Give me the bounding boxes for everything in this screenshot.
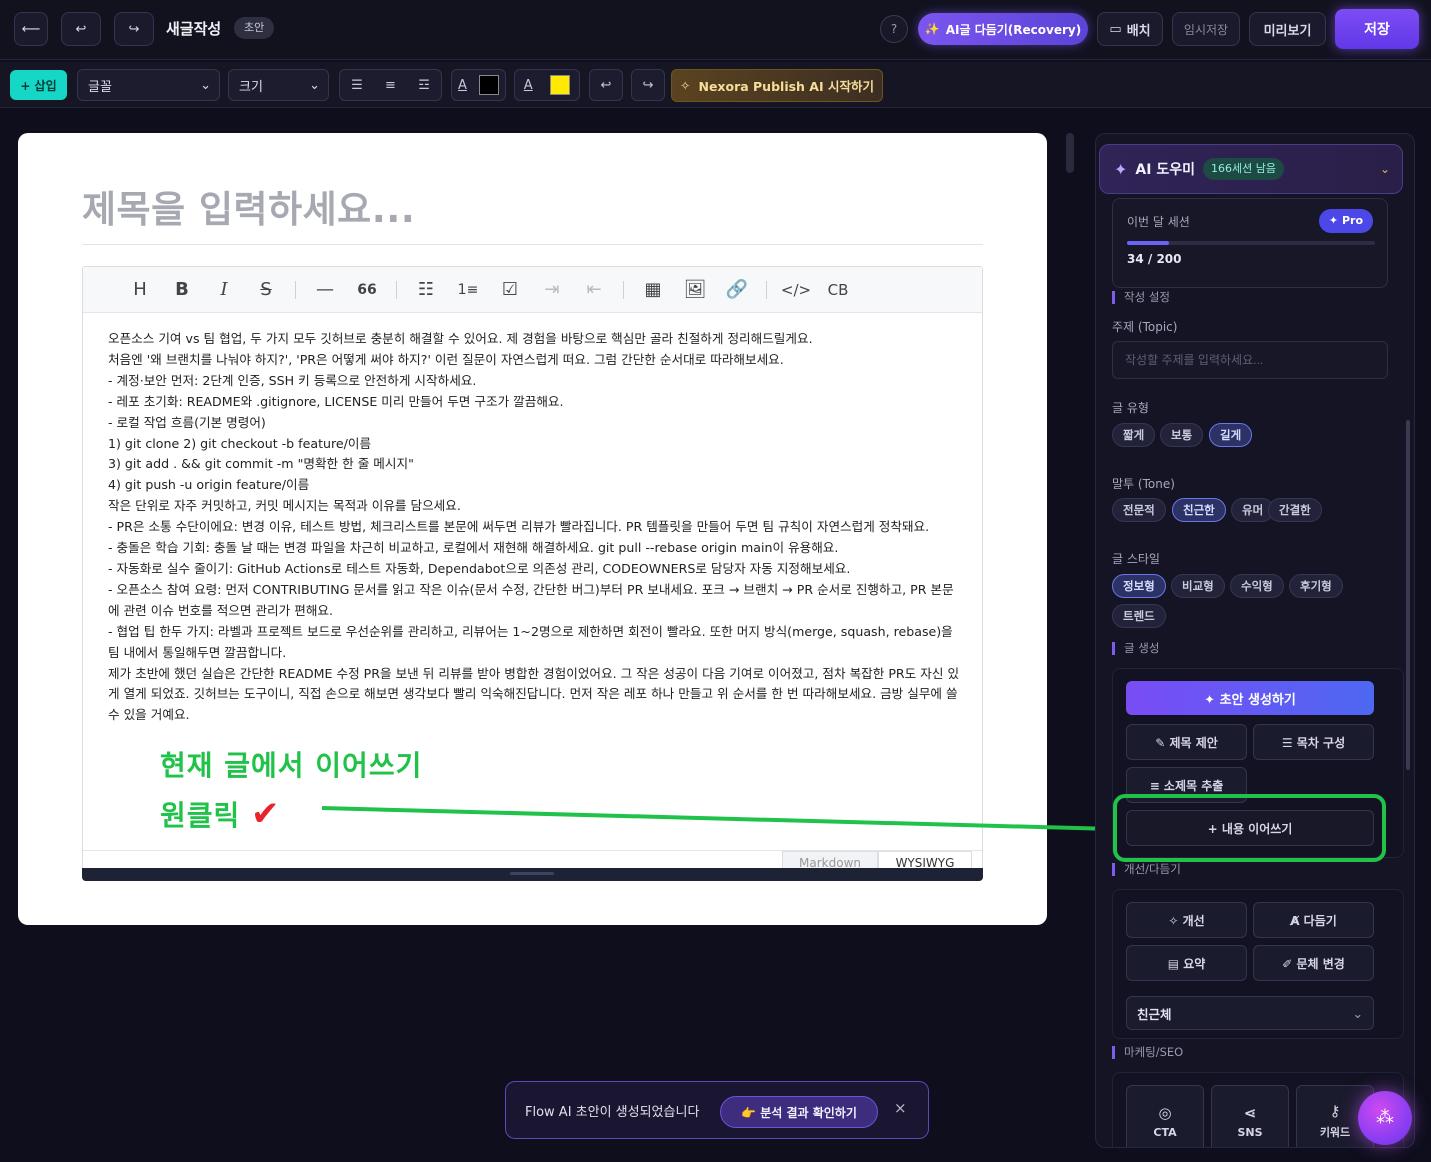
keyword-label: 키워드 (1319, 1126, 1351, 1139)
sns-button[interactable]: ⋖ SNS (1211, 1085, 1289, 1147)
toc-label: 목차 구성 (1296, 735, 1346, 750)
cta-button[interactable]: ◎ CTA (1126, 1085, 1204, 1147)
share-icon: ⋖ (1243, 1103, 1257, 1122)
text-edit-icon: A̸ (1290, 913, 1304, 928)
key-icon: ⚷ (1329, 1102, 1341, 1120)
pro-badge[interactable]: ✦ Pro (1318, 209, 1373, 233)
subheading-label: 소제목 추출 (1163, 778, 1224, 793)
panel-header[interactable]: ✦ AI 도우미 166세션 남음 ⌄ (1099, 144, 1403, 194)
chip-style-trend[interactable]: 트렌드 (1112, 604, 1166, 628)
panel-scrollbar[interactable] (1406, 420, 1410, 770)
chip-type-long[interactable]: 길게 (1209, 423, 1253, 447)
chip-type-short[interactable]: 짧게 (1112, 423, 1156, 447)
sparkle-icon: ⁂ (1376, 1107, 1394, 1128)
chevron-down-icon: ⌄ (1352, 1005, 1363, 1021)
annotation-connector-line (321, 806, 1114, 831)
usage-count: 34 / 200 (1127, 252, 1182, 266)
panel-title: AI 도우미 (1135, 162, 1195, 178)
polish-button[interactable]: A̸ 다듬기 (1253, 902, 1374, 938)
usage-progress-fill (1127, 241, 1170, 245)
ai-floating-button[interactable]: ⁂ (1358, 1091, 1412, 1145)
list-icon: ☰ (1281, 735, 1297, 750)
improve-label: 개선 (1182, 913, 1205, 928)
ai-assistant-panel: ✦ AI 도우미 166세션 남음 ⌄ 이번 달 세션 ✦ Pro 34 / 2… (1095, 133, 1415, 1148)
chip-style-compare[interactable]: 비교형 (1171, 574, 1225, 598)
chip-tone-concise[interactable]: 간결한 (1268, 498, 1322, 522)
annotation-highlight-box (1113, 794, 1386, 862)
chip-style-revenue[interactable]: 수익형 (1230, 574, 1284, 598)
style-change-button[interactable]: ✐ 문체 변경 (1253, 945, 1374, 981)
generate-draft-button[interactable]: ✦ 초안 생성하기 (1126, 681, 1374, 715)
summary-label: 요약 (1183, 956, 1206, 971)
close-icon[interactable]: × (894, 1099, 907, 1117)
sessions-remaining-badge: 166세션 남음 (1202, 158, 1284, 180)
title-suggest-label: 제목 제안 (1169, 735, 1218, 750)
style-label: 글 스타일 (1112, 552, 1160, 566)
toc-button[interactable]: ☰ 목차 구성 (1253, 724, 1374, 760)
toast-message: Flow AI 초안이 생성되었습니다 (525, 1104, 700, 1120)
brush-icon: ✐ (1282, 956, 1297, 971)
usage-progress (1127, 241, 1375, 245)
pencil-icon: ✎ (1155, 735, 1170, 750)
align-icon: ≡ (1149, 778, 1164, 793)
summary-button[interactable]: ▤ 요약 (1126, 945, 1247, 981)
section-marketing: 마케팅/SEO (1112, 1046, 1183, 1059)
improve-button[interactable]: ✧ 개선 (1126, 902, 1247, 938)
tone-label: 말투 (Tone) (1112, 477, 1175, 491)
chip-style-info[interactable]: 정보형 (1112, 574, 1166, 598)
section-improve: 개선/다듬기 (1112, 863, 1181, 876)
magic-wand-icon: ✧ (1168, 913, 1183, 928)
section-settings: 작성 설정 (1112, 291, 1170, 304)
session-usage-box: 이번 달 세션 ✦ Pro 34 / 200 (1112, 198, 1388, 288)
chevron-down-icon[interactable]: ⌄ (1380, 162, 1390, 176)
chip-style-review[interactable]: 후기형 (1289, 574, 1343, 598)
generate-draft-label: 초안 생성하기 (1219, 692, 1296, 708)
polish-label: 다듬기 (1303, 913, 1337, 928)
style-change-label: 문체 변경 (1296, 956, 1345, 971)
section-generate: 글 생성 (1112, 642, 1159, 655)
sns-label: SNS (1237, 1125, 1263, 1139)
document-icon: ▤ (1167, 956, 1184, 971)
panel-drag-handle[interactable] (1066, 133, 1074, 173)
chip-tone-professional[interactable]: 전문적 (1112, 498, 1166, 522)
topic-label: 주제 (Topic) (1112, 320, 1178, 334)
view-analysis-button[interactable]: 👉 분석 결과 확인하기 (720, 1096, 878, 1128)
sparkle-icon: ✦ (1204, 692, 1220, 708)
cta-label: CTA (1153, 1125, 1177, 1139)
type-label: 글 유형 (1112, 401, 1149, 415)
tone-select[interactable]: 친근체 ⌄ (1126, 996, 1374, 1030)
title-suggest-button[interactable]: ✎ 제목 제안 (1126, 724, 1247, 760)
toast-notification: Flow AI 초안이 생성되었습니다 👉 분석 결과 확인하기 × (505, 1081, 929, 1139)
chip-type-medium[interactable]: 보통 (1160, 423, 1204, 447)
target-icon: ◎ (1158, 1103, 1172, 1122)
month-sessions-label: 이번 달 세션 (1127, 215, 1190, 229)
sparkle-icon: ✦ (1114, 159, 1128, 179)
chip-tone-friendly[interactable]: 친근한 (1172, 498, 1226, 522)
topic-input[interactable] (1112, 341, 1388, 379)
tone-select-value: 친근체 (1137, 1006, 1172, 1022)
